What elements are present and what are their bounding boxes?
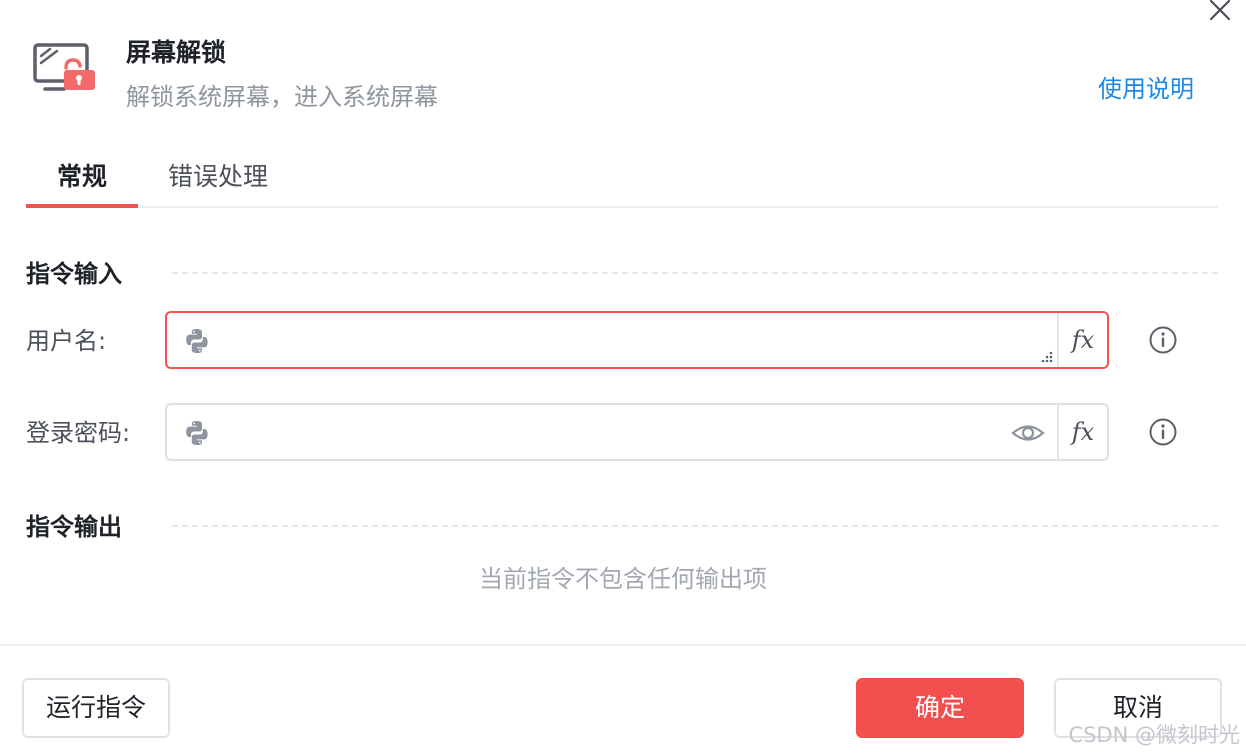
footer-divider <box>0 644 1246 646</box>
username-info-icon[interactable] <box>1148 325 1178 355</box>
watermark: CSDN @微刻时光 <box>1068 723 1240 747</box>
username-label: 用户名: <box>26 327 107 355</box>
help-link[interactable]: 使用说明 <box>1098 72 1194 106</box>
username-input[interactable]: fx <box>165 311 1109 369</box>
fx-button[interactable]: fx <box>1057 405 1107 459</box>
python-icon <box>186 421 208 445</box>
eye-icon[interactable] <box>1011 419 1045 447</box>
python-icon <box>186 329 208 353</box>
close-icon[interactable] <box>1206 0 1234 24</box>
password-input[interactable]: fx <box>165 403 1109 461</box>
dialog-subtitle: 解锁系统屏幕，进入系统屏幕 <box>126 83 438 111</box>
password-label: 登录密码: <box>26 419 131 447</box>
dialog-title: 屏幕解锁 <box>126 38 227 67</box>
fx-button[interactable]: fx <box>1057 313 1107 367</box>
section-divider <box>172 525 1218 527</box>
confirm-button[interactable]: 确定 <box>856 678 1024 738</box>
section-title-output: 指令输出 <box>26 513 122 541</box>
section-title-input: 指令输入 <box>26 260 122 288</box>
screen-unlock-dialog: 屏幕解锁 解锁系统屏幕，进入系统屏幕 使用说明 常规 错误处理 指令输入 用户名… <box>0 0 1246 754</box>
section-divider <box>172 272 1218 274</box>
monitor-unlock-icon <box>33 43 95 91</box>
tab-error-handling[interactable]: 错误处理 <box>168 158 268 196</box>
tab-bar: 常规 错误处理 <box>26 150 1218 208</box>
resize-handle-icon[interactable] <box>1039 349 1053 363</box>
empty-output-text: 当前指令不包含任何输出项 <box>479 565 767 593</box>
tab-general[interactable]: 常规 <box>26 158 138 208</box>
run-command-button[interactable]: 运行指令 <box>22 678 170 738</box>
password-info-icon[interactable] <box>1148 417 1178 447</box>
